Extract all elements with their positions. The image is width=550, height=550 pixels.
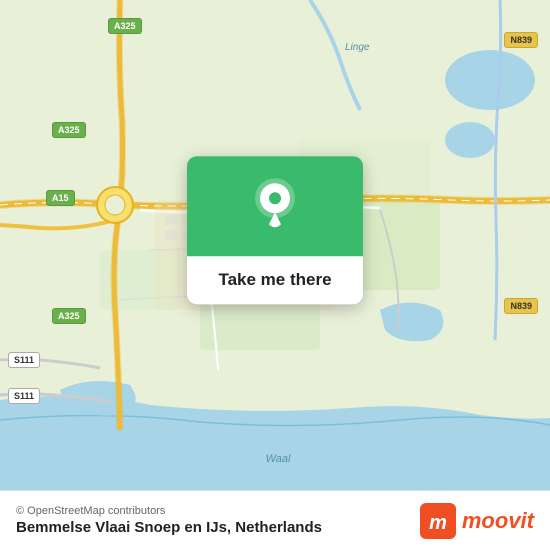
moovit-logo: m moovit — [420, 503, 534, 539]
road-badge-a325-low: A325 — [52, 308, 86, 324]
svg-text:m: m — [429, 512, 447, 534]
road-badge-a325-mid: A325 — [52, 122, 86, 138]
road-badge-a325-top: A325 — [108, 18, 142, 34]
moovit-m-icon: m — [420, 503, 456, 539]
place-name: Bemmelse Vlaai Snoep en IJs, Netherlands — [16, 519, 322, 536]
map-container[interactable]: Waal Linge A325 A325 A325 A15 S111 S111 … — [0, 0, 550, 490]
card-header — [187, 156, 363, 256]
app: Waal Linge A325 A325 A325 A15 S111 S111 … — [0, 0, 550, 550]
road-badge-s111-bot: S111 — [8, 388, 40, 404]
take-me-card[interactable]: Take me there — [187, 156, 363, 304]
location-pin-icon — [249, 176, 301, 236]
place-info: © OpenStreetMap contributors Bemmelse Vl… — [16, 505, 322, 536]
road-badge-n839-mid: N839 — [504, 298, 538, 314]
road-badge-n839-top: N839 — [504, 32, 538, 48]
svg-text:Waal: Waal — [266, 453, 291, 465]
road-badge-a15: A15 — [46, 190, 75, 206]
take-me-there-button[interactable]: Take me there — [187, 256, 363, 304]
road-badge-s111-top: S111 — [8, 352, 40, 368]
svg-text:Linge: Linge — [345, 42, 370, 53]
bottom-bar: © OpenStreetMap contributors Bemmelse Vl… — [0, 490, 550, 550]
copyright-text: © OpenStreetMap contributors — [16, 505, 322, 517]
moovit-text: moovit — [462, 508, 534, 534]
